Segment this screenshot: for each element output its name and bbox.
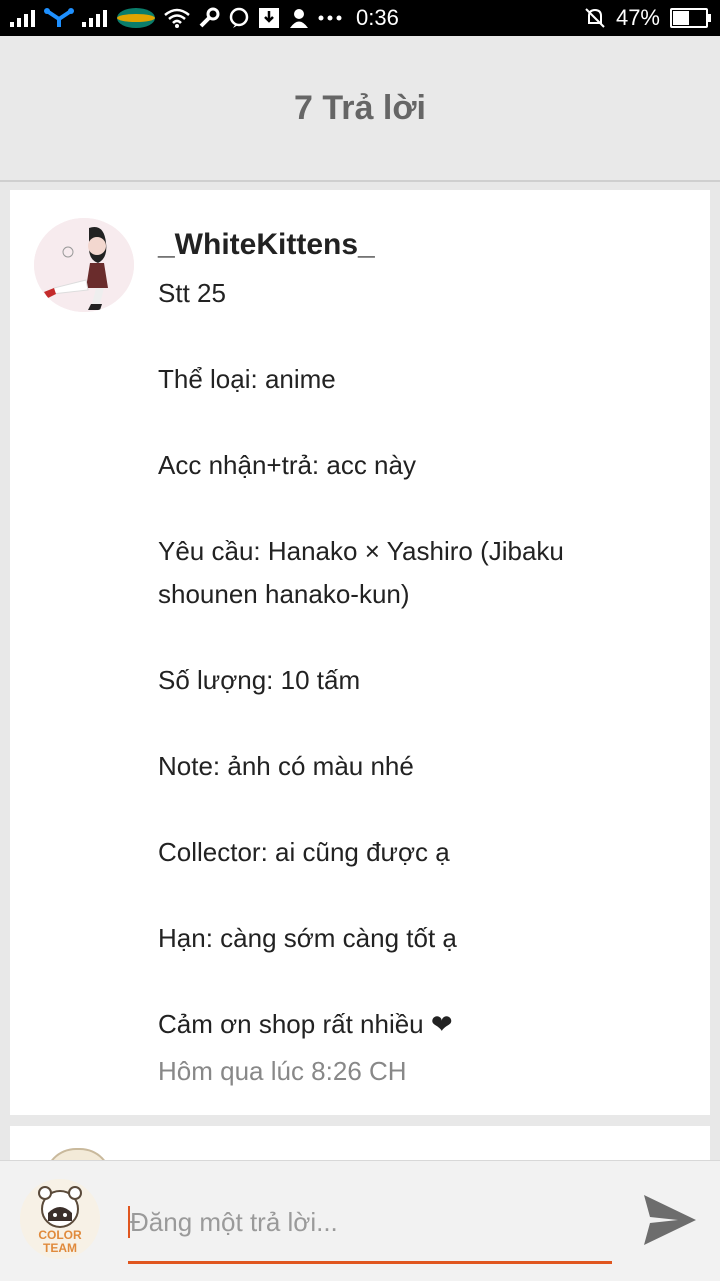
network-icon [44, 7, 74, 29]
post-line: Note: ảnh có màu nhé [158, 751, 414, 781]
silent-bell-icon [584, 7, 606, 29]
person-icon [288, 7, 310, 29]
carrier-logo [116, 7, 156, 29]
reply-field [128, 1201, 612, 1264]
wrench-icon [198, 7, 220, 29]
post-line: Yêu cầu: Hanako × Yashiro (Jibaku shoune… [158, 536, 564, 609]
post-line: Cảm ơn shop rất nhiều ❤ [158, 1009, 453, 1039]
reply-bar: COLOR TEAM [0, 1160, 720, 1281]
battery-icon [670, 8, 711, 28]
header: 7 Trả lời [0, 36, 720, 182]
signal-icon [10, 9, 36, 27]
avatar[interactable] [34, 218, 134, 312]
reply-card: _WhiteKittens_ Stt 25 Thể loại: anime Ac… [10, 190, 710, 1115]
post-line: Acc nhận+trả: acc này [158, 450, 416, 480]
status-right-icons: 47% [584, 5, 720, 31]
wifi-icon [164, 8, 190, 28]
user-avatar[interactable]: COLOR TEAM [20, 1179, 100, 1259]
viber-icon [228, 7, 250, 29]
battery-fill [673, 11, 689, 25]
battery-percent: 47% [615, 5, 660, 30]
avatar-illustration [34, 218, 134, 312]
post-content: Stt 25 Thể loại: anime Acc nhận+trả: acc… [158, 272, 628, 1046]
signal-icon [82, 9, 108, 27]
status-bar: 0:36 47% [0, 0, 720, 36]
post-line: Hạn: càng sớm càng tốt ạ [158, 923, 457, 953]
page-title: 7 Trả lời [294, 88, 426, 127]
post-line: Số lượng: 10 tấm [158, 665, 361, 695]
timestamp: Hôm qua lúc 8:26 CH [158, 1056, 407, 1086]
username[interactable]: _WhiteKittens_ [158, 228, 375, 262]
post-line: Collector: ai cũng được ạ [158, 837, 450, 867]
avatar-logo-text: TEAM [43, 1241, 77, 1255]
avatar-illustration: COLOR TEAM [20, 1179, 100, 1259]
status-left-icons: 0:36 [0, 5, 399, 31]
more-icon [318, 15, 342, 21]
reply-input[interactable] [128, 1201, 610, 1243]
post-line: Stt 25 [158, 278, 226, 308]
avatar-logo-text: COLOR [38, 1228, 82, 1242]
download-icon [258, 7, 280, 29]
post-line: Thể loại: anime [158, 364, 336, 394]
send-button[interactable] [640, 1191, 700, 1249]
send-icon [644, 1195, 696, 1245]
clock-time: 0:36 [356, 5, 399, 30]
